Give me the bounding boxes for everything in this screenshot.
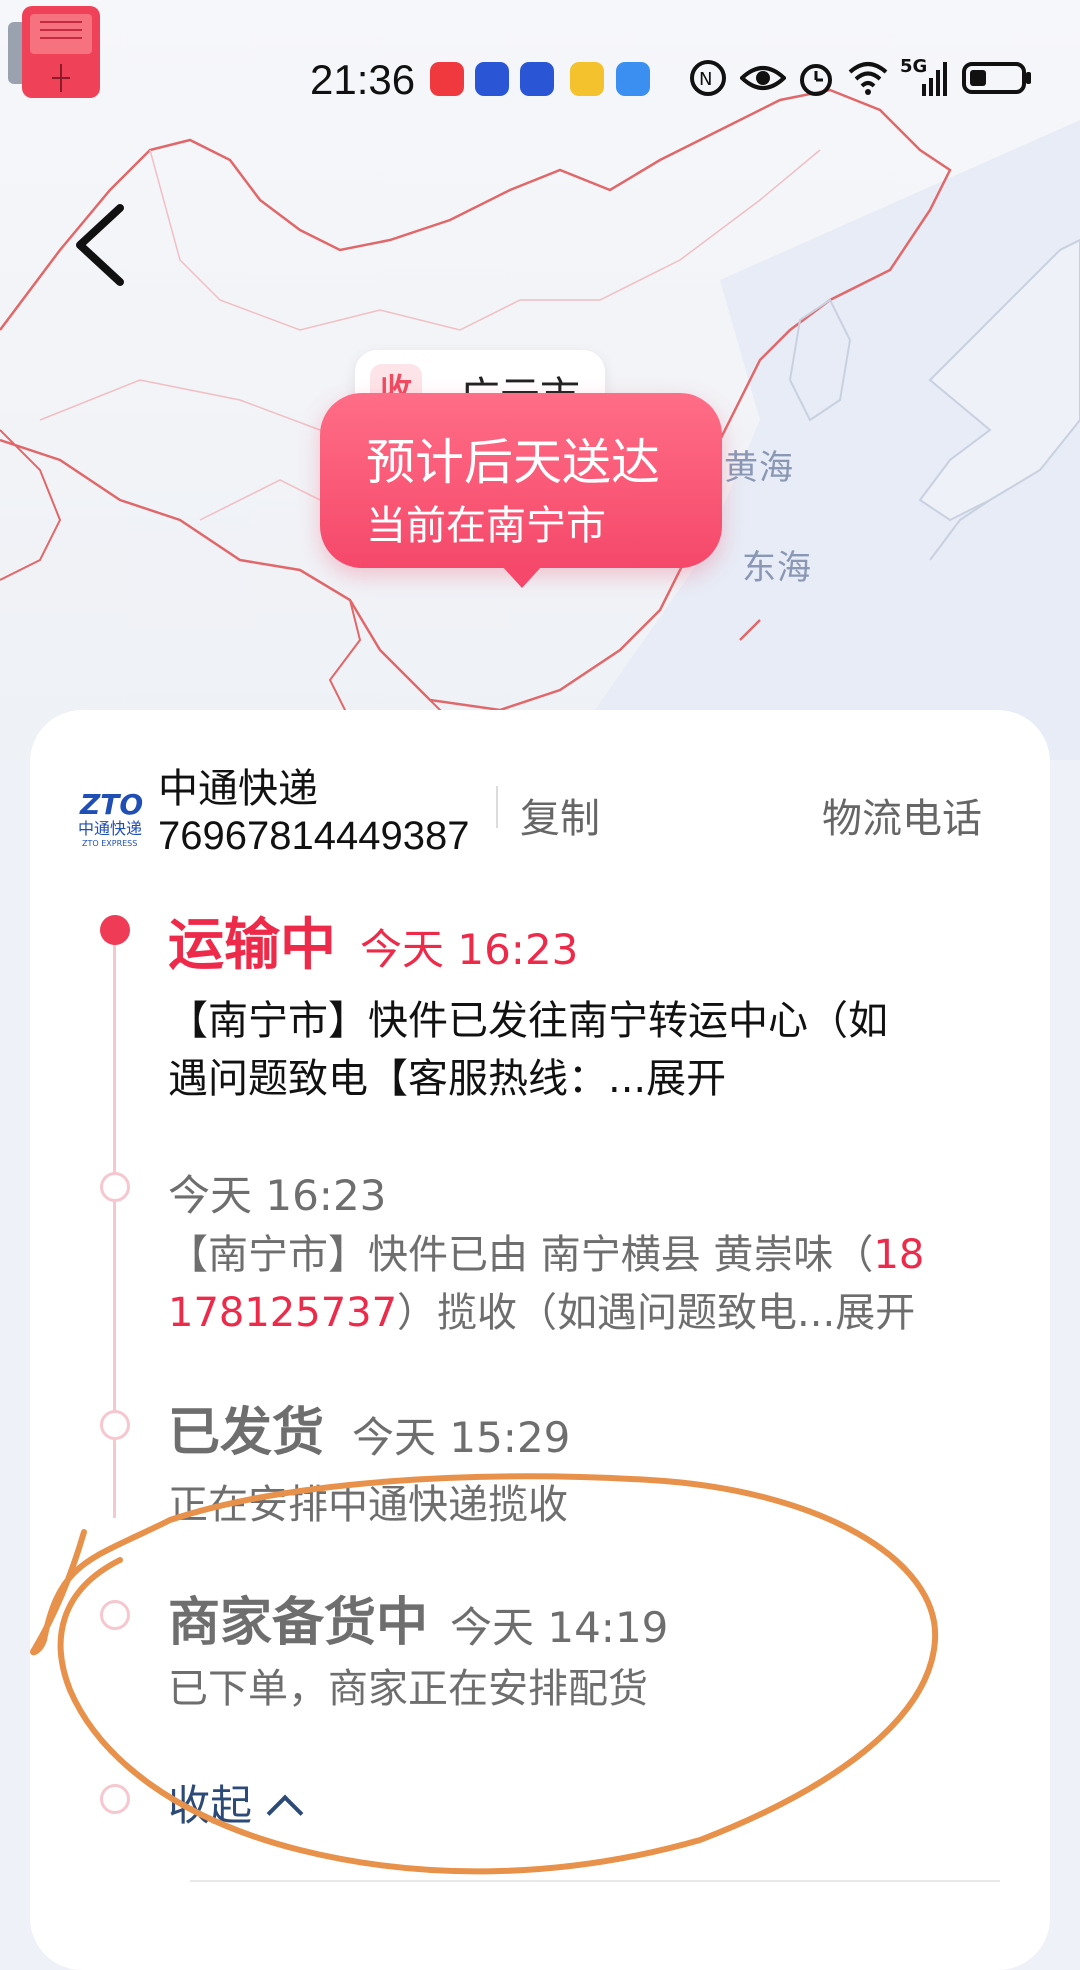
tracking-number: 76967814449387: [158, 814, 470, 858]
event-desc-text: 【南宁市】快件已由 南宁横县 黄崇味（: [168, 1232, 874, 1278]
event-description: 正在安排中通快递揽收: [168, 1482, 568, 1528]
event-desc-line: 【南宁市】快件已发往南宁转运中心（如: [168, 998, 888, 1044]
event-status: 商家备货中: [168, 1593, 429, 1653]
copy-button[interactable]: 复制: [520, 786, 600, 844]
courier-phone-part[interactable]: 18: [873, 1232, 924, 1278]
battery-icon: [962, 62, 1031, 94]
event-description[interactable]: 【南宁市】快件已发往南宁转运中心（如 遇问题致电【客服热线：...展开: [168, 992, 998, 1108]
bottom-divider: [190, 1880, 1000, 1882]
event-desc-text: ）揽收（如遇问题致电...展开: [397, 1290, 916, 1336]
status-time: 21:36: [310, 56, 416, 103]
svg-text:中通快递: 中通快递: [78, 819, 142, 838]
eye-comfort-icon: [740, 66, 786, 90]
event-time: 今天 16:23: [168, 1171, 387, 1220]
timeline-dot: [100, 1172, 130, 1202]
courier-phone-part[interactable]: 178125737: [168, 1290, 397, 1336]
service-icon: [616, 62, 650, 96]
zto-logo-icon: ZTO 中通快递 ZTO EXPRESS: [78, 788, 143, 848]
nfc-icon: N: [690, 60, 726, 96]
back-arrow-icon[interactable]: [70, 200, 130, 290]
event-status: 运输中: [168, 913, 336, 978]
sea-label-yellow: 黄海: [724, 448, 794, 488]
timeline-dot-current: [100, 915, 130, 945]
alarm-icon: [800, 64, 832, 96]
svg-text:ZTO EXPRESS: ZTO EXPRESS: [82, 839, 137, 848]
sea-label-east: 东海: [742, 548, 812, 588]
logistics-phone-button[interactable]: 物流电话: [822, 786, 982, 844]
autohome-icon: [475, 62, 509, 96]
event-time: 今天 14:19: [450, 1603, 669, 1652]
event-description[interactable]: 【南宁市】快件已由 南宁横县 黄崇味（18 178125737）揽收（如遇问题致…: [168, 1226, 1048, 1342]
timeline-dot: [100, 1410, 130, 1440]
svg-text:N: N: [699, 69, 712, 90]
logistics-card: ZTO 中通快递 ZTO EXPRESS 中通快递 76967814449387…: [30, 710, 1050, 1970]
event-description: 已下单，商家正在安排配货: [168, 1666, 648, 1712]
weibo-icon: [570, 62, 604, 96]
estimate-text: 预计后天送达: [366, 434, 661, 491]
svg-text:ZTO: ZTO: [79, 788, 143, 821]
timeline-dot: [100, 1784, 130, 1814]
event-time: 今天 16:23: [360, 925, 579, 974]
timeline-dot: [100, 1600, 130, 1630]
carrier-name: 中通快递: [158, 766, 318, 812]
current-location-text: 当前在南宁市: [366, 503, 606, 549]
wifi-icon: [848, 62, 888, 95]
status-bar: 21:36 N 5G: [0, 52, 1080, 112]
chevron-up-icon: [266, 1794, 304, 1832]
event-status: 已发货: [168, 1403, 325, 1463]
delivery-estimate-bubble: 预计后天送达 当前在南宁市: [320, 393, 722, 588]
collapse-label: 收起: [168, 1781, 253, 1830]
event-time: 今天 15:29: [352, 1413, 571, 1462]
signal-icon: [922, 62, 947, 96]
logistics-map[interactable]: 黄海 东海 收 广元市 预计后天送达 当前在南宁市: [0, 0, 1080, 760]
divider: [496, 786, 498, 828]
autohome-icon-2: [520, 62, 554, 96]
event-desc-line: 遇问题致电【客服热线：...展开: [168, 1056, 727, 1102]
huawei-store-icon: [430, 62, 464, 96]
collapse-button[interactable]: 收起: [168, 1772, 304, 1833]
